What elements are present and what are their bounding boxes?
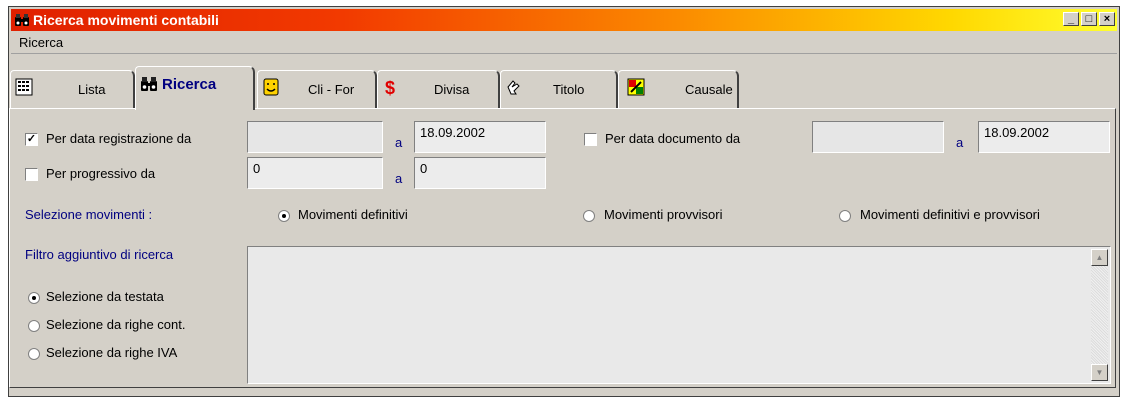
maximize-button[interactable]: □: [1081, 12, 1097, 26]
data-documento-to-field[interactable]: 18.09.2002: [978, 121, 1110, 153]
selezione-testata-radio[interactable]: [28, 292, 40, 304]
tab-lista[interactable]: Lista: [10, 70, 135, 108]
close-icon: ×: [1103, 13, 1111, 25]
binoculars-icon: [141, 77, 157, 91]
data-documento-label: Per data documento da: [605, 131, 741, 146]
menu-bar: Ricerca: [11, 33, 1117, 54]
progressivo-from-field[interactable]: 0: [247, 157, 383, 189]
movimenti-definitivi-label: Movimenti definitivi: [298, 207, 408, 222]
grid-list-icon: [15, 78, 33, 96]
ledger-icon: [627, 78, 645, 96]
tab-divisa-label: Divisa: [434, 82, 470, 97]
selezione-righe-cont-radio[interactable]: [28, 320, 40, 332]
filtro-textarea[interactable]: ▲ ▼: [247, 246, 1111, 384]
menu-item-ricerca[interactable]: Ricerca: [19, 35, 63, 50]
arrow-down-icon: ▼: [1095, 368, 1104, 377]
data-registrazione-label: Per data registrazione da: [46, 131, 192, 146]
svg-text:$: $: [385, 78, 395, 96]
window-title: Ricerca movimenti contabili: [33, 12, 219, 28]
selezione-righe-iva-label: Selezione da righe IVA: [46, 345, 178, 360]
data-registrazione-checkbox[interactable]: ✓: [25, 133, 38, 146]
selezione-righe-iva-radio[interactable]: [28, 348, 40, 360]
scroll-up-button[interactable]: ▲: [1091, 249, 1108, 266]
tab-lista-label: Lista: [78, 82, 106, 97]
tab-cli-for[interactable]: Cli - For: [257, 70, 377, 108]
binoculars-icon: [15, 14, 29, 26]
movimenti-provvisori-radio[interactable]: [583, 210, 595, 222]
maximize-icon: □: [1085, 13, 1093, 25]
tab-divisa[interactable]: $ Divisa: [377, 70, 500, 108]
movimenti-provvisori-label: Movimenti provvisori: [604, 207, 723, 222]
minimize-icon: _: [1067, 13, 1075, 25]
movimenti-def-e-provv-label: Movimenti definitivi e provvisori: [860, 207, 1040, 222]
tab-ricerca[interactable]: Ricerca: [135, 66, 255, 110]
tab-causale-label: Causale: [685, 82, 733, 97]
progressivo-checkbox[interactable]: [25, 168, 38, 181]
selezione-testata-label: Selezione da testata: [46, 289, 164, 304]
dollar-icon: $: [385, 78, 395, 96]
progressivo-to-field[interactable]: 0: [414, 157, 546, 189]
tab-titolo-label: Titolo: [553, 82, 585, 97]
tab-ricerca-label: Ricerca: [162, 76, 217, 93]
data-registrazione-to-label: a: [395, 135, 403, 150]
progressivo-label: Per progressivo da: [46, 166, 156, 181]
hand-icon: [507, 80, 520, 95]
data-registrazione-to-field[interactable]: 18.09.2002: [414, 121, 546, 153]
selezione-righe-cont-label: Selezione da righe cont.: [46, 317, 186, 332]
face-icon: [263, 78, 279, 96]
filtro-scrollbar[interactable]: ▲ ▼: [1091, 249, 1108, 381]
arrow-up-icon: ▲: [1095, 253, 1104, 262]
close-button[interactable]: ×: [1099, 12, 1115, 26]
tab-causale[interactable]: Causale: [618, 70, 739, 108]
title-bar[interactable]: Ricerca movimenti contabili _ □ ×: [11, 9, 1117, 31]
scroll-down-button[interactable]: ▼: [1091, 364, 1108, 381]
progressivo-to-label: a: [395, 171, 403, 186]
data-registrazione-from-field[interactable]: [247, 121, 383, 153]
tab-titolo[interactable]: Titolo: [500, 70, 618, 108]
tab-cli-for-label: Cli - For: [308, 82, 355, 97]
data-documento-to-label: a: [956, 135, 964, 150]
minimize-button[interactable]: _: [1063, 12, 1079, 26]
selezione-movimenti-label: Selezione movimenti :: [25, 207, 153, 222]
data-documento-checkbox[interactable]: [584, 133, 597, 146]
movimenti-definitivi-radio[interactable]: [278, 210, 290, 222]
data-documento-from-field[interactable]: [812, 121, 944, 153]
ricerca-panel: ✓ Per data registrazione da a 18.09.2002…: [9, 108, 1116, 388]
filtro-aggiuntivo-label: Filtro aggiuntivo di ricerca: [25, 247, 174, 262]
movimenti-def-e-provv-radio[interactable]: [839, 210, 851, 222]
